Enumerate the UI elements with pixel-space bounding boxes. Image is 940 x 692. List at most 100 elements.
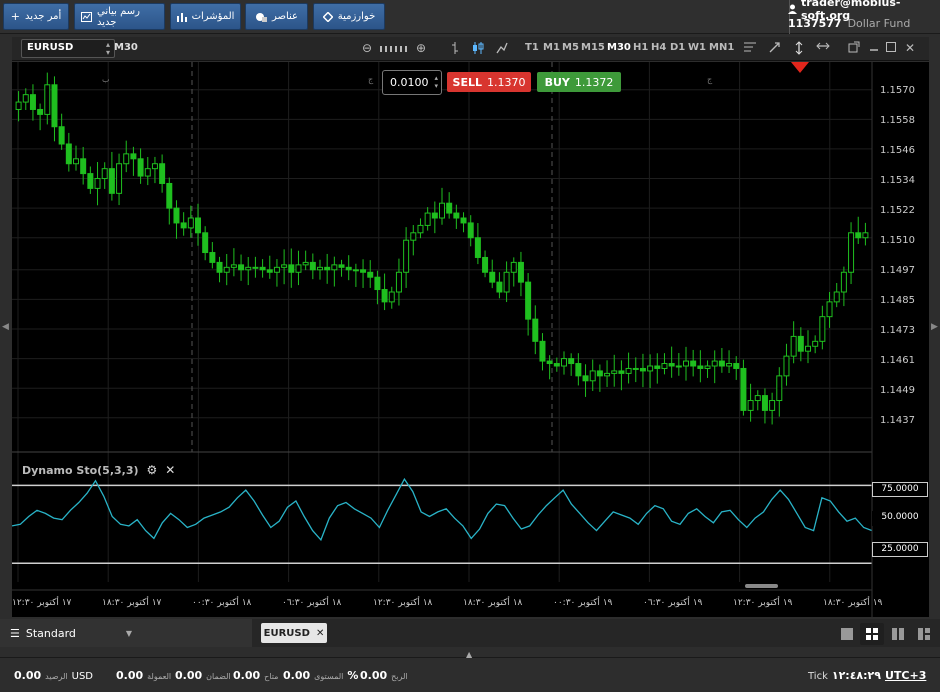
sell-button[interactable]: SELL 1.1370 — [447, 72, 531, 92]
timeframe-m30[interactable]: M30 — [607, 42, 631, 53]
expand-diagonal-icon[interactable] — [768, 41, 781, 54]
candle — [395, 271, 402, 293]
zoom-in-icon[interactable]: ⊕ — [416, 41, 426, 55]
candle — [202, 232, 209, 254]
candlestick-type-icon[interactable] — [472, 41, 484, 55]
zoom-out-icon[interactable]: ⊖ — [362, 41, 372, 55]
candle — [216, 261, 223, 273]
price-axis-label: 1.1510 — [880, 235, 915, 246]
candle — [546, 360, 553, 365]
buy-button[interactable]: BUY 1.1372 — [537, 72, 621, 92]
candle — [647, 365, 654, 372]
candle — [582, 375, 589, 382]
timeframe-t1[interactable]: T1 — [525, 42, 539, 53]
session-marker: ج — [368, 75, 374, 84]
zoom-slider[interactable] — [380, 45, 410, 53]
templates-icon[interactable] — [743, 41, 757, 53]
candle — [826, 301, 833, 318]
candle — [338, 264, 345, 268]
timeframe-m1[interactable]: M1 — [543, 42, 560, 53]
new-chart-button[interactable]: رسم بياني جديد — [74, 3, 165, 30]
price-axis-label: 1.1522 — [880, 205, 915, 216]
candle — [403, 239, 410, 273]
layout-single-button[interactable] — [835, 623, 859, 645]
candle — [65, 143, 72, 165]
candle — [195, 217, 201, 234]
minimize-icon[interactable] — [868, 41, 880, 53]
candle — [352, 269, 359, 272]
template-selector[interactable]: ☰ Standard ▼ — [0, 619, 252, 647]
collapse-right-icon[interactable]: ▶ — [931, 322, 938, 332]
layout-grid-button[interactable] — [860, 623, 884, 645]
maximize-icon[interactable] — [885, 41, 897, 53]
timeframe-h1[interactable]: H1 — [633, 42, 648, 53]
spinner-icon[interactable]: ▴ ▾ — [434, 74, 438, 90]
timeframe-d1[interactable]: D1 — [670, 42, 685, 53]
bar-type-icon[interactable] — [450, 41, 460, 55]
price-chart[interactable]: 1.1570 1.1558 1.1546 1.1534 1.1522 1.151… — [12, 62, 929, 617]
chart-tabs-bar: ☰ Standard ▼ EURUSD ✕ — [0, 619, 940, 647]
candle — [245, 266, 252, 271]
account-info[interactable]: trader@mobius-soft.org 1137577 Dollar Fu… — [788, 0, 934, 32]
candle — [489, 271, 496, 283]
candle — [697, 365, 704, 369]
popout-icon[interactable] — [848, 41, 860, 53]
date-axis-label: ١٩ أكتوبر ٠٦:٣٠ — [643, 598, 703, 608]
elements-button[interactable]: عناصر — [245, 3, 308, 30]
candle — [632, 367, 639, 370]
close-tab-icon[interactable]: ✕ — [316, 628, 324, 639]
indicators-button[interactable]: المؤشرات — [170, 3, 241, 30]
stochastic-line — [12, 477, 873, 542]
candle — [180, 222, 187, 229]
main-toolbar: + أمر جديد رسم بياني جديد المؤشرات عناصر — [0, 0, 940, 34]
timeframe-mn1[interactable]: MN1 — [709, 42, 734, 53]
price-axis-label: 1.1534 — [880, 175, 915, 186]
new-order-button[interactable]: + أمر جديد — [3, 3, 69, 30]
close-icon[interactable]: ✕ — [165, 463, 175, 477]
candle — [539, 340, 546, 362]
candle — [51, 84, 58, 128]
symbol-selector[interactable]: EURUSD ▴ ▾ — [21, 39, 115, 58]
date-axis-label: ١٧ أكتوبر ١٨:٣٠ — [102, 598, 162, 608]
session-marker: ب — [102, 75, 110, 84]
candle — [855, 232, 862, 239]
indicator-header: Dynamo Sto(5,3,3) ⚙ ✕ — [22, 463, 175, 477]
date-axis-label: ١٨ أكتوبر ١٨:٣٠ — [463, 598, 523, 608]
lot-size-input[interactable]: 0.0100 ▴ ▾ — [382, 70, 442, 95]
layout-vertical-button[interactable] — [886, 623, 910, 645]
sell-price: 1.1370 — [486, 75, 526, 89]
candle — [209, 252, 216, 263]
gear-icon[interactable]: ⚙ — [147, 463, 158, 477]
vertical-scale-icon[interactable] — [795, 41, 803, 55]
account-number: 1137577 — [788, 17, 842, 30]
algorithm-button[interactable]: خوارزمية — [313, 3, 385, 30]
candle — [281, 264, 288, 268]
timeframe-m5[interactable]: M5 — [562, 42, 579, 53]
collapse-left-icon[interactable]: ◀ — [2, 322, 9, 332]
candle — [726, 363, 733, 367]
timeframe-w1[interactable]: W1 — [688, 42, 706, 53]
tab-eurusd[interactable]: EURUSD ✕ — [261, 623, 327, 643]
candle — [754, 395, 761, 402]
candle — [790, 335, 797, 357]
candle — [317, 266, 323, 271]
candle — [94, 178, 101, 189]
candle — [130, 153, 137, 160]
chart-canvas[interactable] — [12, 62, 929, 617]
date-axis-label: ١٨ أكتوبر ١٢:٣٠ — [373, 598, 433, 608]
timezone-selector[interactable]: UTC+3 — [885, 669, 926, 682]
candle — [474, 237, 481, 258]
expand-panel-icon[interactable]: ▲ — [466, 650, 472, 659]
horizontal-scale-icon[interactable] — [816, 41, 830, 51]
timeframe-m15[interactable]: M15 — [581, 42, 605, 53]
candle — [596, 370, 603, 377]
timeframe-h4[interactable]: H4 — [651, 42, 666, 53]
grid-layout-icon — [866, 628, 878, 640]
candle — [654, 365, 661, 369]
candle — [22, 94, 29, 103]
candle — [862, 232, 869, 239]
candle — [532, 318, 539, 342]
layout-horizontal-button[interactable] — [912, 623, 936, 645]
close-icon[interactable]: ✕ — [905, 41, 915, 55]
line-type-icon[interactable] — [496, 41, 508, 55]
